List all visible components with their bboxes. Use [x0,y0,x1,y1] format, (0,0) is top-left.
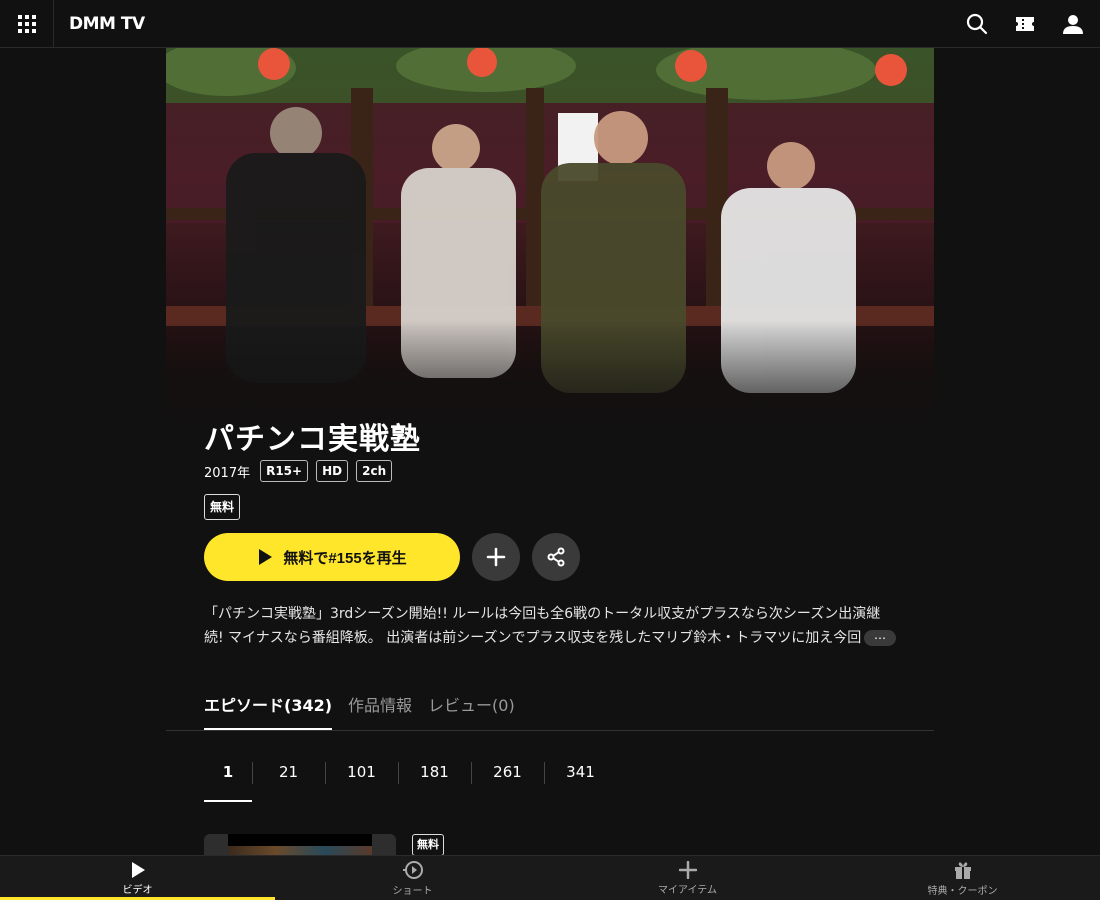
meta-row: 2017年 R15+ HD 2ch [204,460,393,482]
user-icon [1063,15,1083,34]
nav-my-items[interactable]: マイアイテム [550,856,825,900]
dmm-tv-logo[interactable]: DMM TV [69,14,145,34]
action-row: 無料で#155を再生 [204,533,580,581]
episode-range-selector: 1 21 101 181 261 341 [204,752,617,802]
episode-free-badge: 無料 [412,834,444,856]
tab-episodes[interactable]: エピソード(342) [204,690,333,730]
nav-short[interactable]: ショート [275,856,550,900]
nav-my-items-label: マイアイテム [658,884,717,896]
nav-short-label: ショート [392,885,433,897]
page-title: パチンコ実戦塾 [204,422,421,457]
episode-range-21[interactable]: 21 [252,752,325,802]
user-button[interactable] [1058,9,1088,39]
plus-icon [486,547,506,567]
free-badge: 無料 [204,494,241,520]
play-icon [259,549,273,565]
plus-icon [678,860,697,879]
play-button-label: 無料で#155を再生 [283,549,407,567]
episode-range-1[interactable]: 1 [204,752,252,802]
release-year: 2017年 [204,465,251,481]
short-play-icon [402,860,423,879]
play-button[interactable]: 無料で#155を再生 [204,533,460,581]
episode-range-341[interactable]: 341 [544,752,617,802]
content-tabs: エピソード(342) 作品情報 レビュー(0) [166,690,934,731]
quality-tag: HD [316,460,349,482]
search-button[interactable] [962,9,992,39]
share-icon [547,547,565,567]
menu-grid-button[interactable] [0,0,54,48]
ticket-button[interactable] [1010,9,1040,39]
tab-reviews[interactable]: レビュー(0) [428,690,515,730]
audio-tag: 2ch [356,460,393,482]
nav-coupons-label: 特典・クーポン [927,885,998,897]
share-button[interactable] [532,533,580,581]
ticket-icon [1016,17,1034,31]
description-more-button[interactable]: ⋯ [864,630,896,646]
nav-video-label: ビデオ [122,884,153,896]
top-header: DMM TV [0,0,1100,48]
episode-range-101[interactable]: 101 [325,752,398,802]
search-icon [966,13,988,35]
grid-icon [17,14,36,33]
play-icon [131,861,145,878]
tab-info[interactable]: 作品情報 [348,690,412,730]
nav-video[interactable]: ビデオ [0,856,275,900]
nav-coupons[interactable]: 特典・クーポン [825,856,1100,900]
episode-range-181[interactable]: 181 [398,752,471,802]
bottom-navigation: ビデオ ショート マイアイテム 特典・クーポン [0,855,1100,900]
rating-tag: R15+ [260,460,309,482]
description-text: 「パチンコ実戦塾」3rdシーズン開始!! ルールは今回も全6戦のトータル収支がプ… [204,606,881,646]
gift-icon [954,861,971,879]
episode-range-261[interactable]: 261 [471,752,544,802]
episode-thumbnail[interactable] [204,834,396,856]
add-to-list-button[interactable] [472,533,520,581]
